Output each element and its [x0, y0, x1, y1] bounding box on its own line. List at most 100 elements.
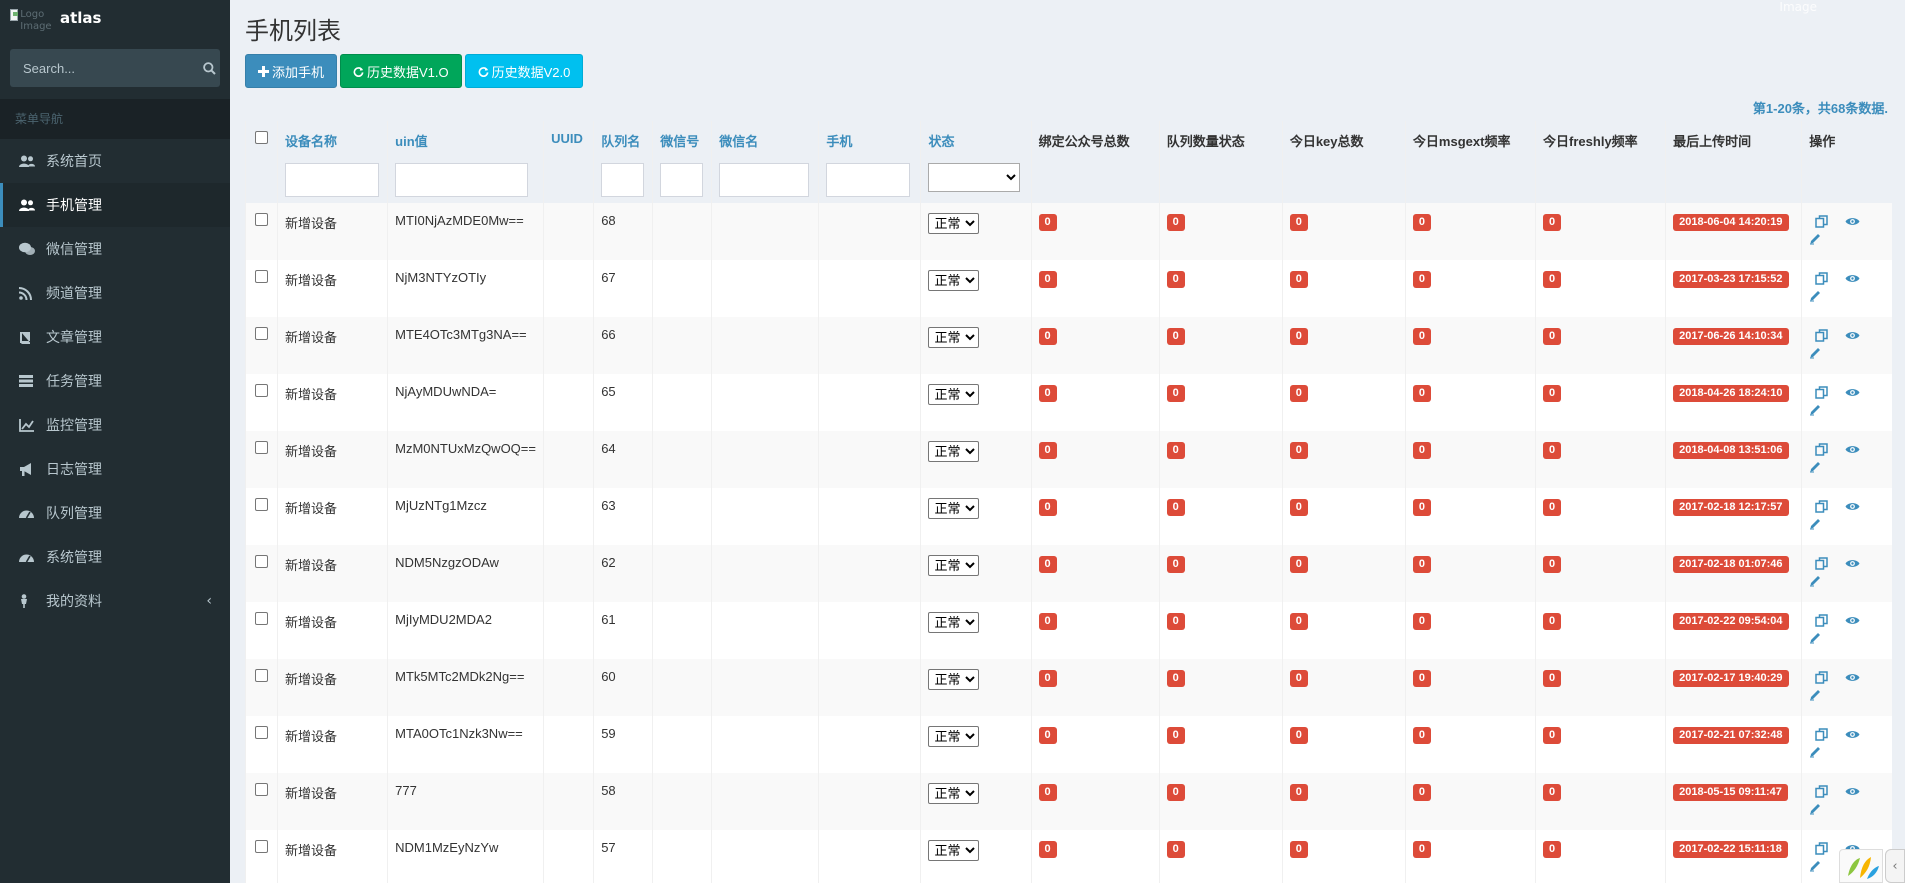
column-queue[interactable]: 队列名 — [593, 121, 653, 157]
view-icon[interactable] — [1845, 272, 1860, 287]
copy-icon[interactable] — [1815, 500, 1829, 516]
view-icon[interactable] — [1845, 614, 1860, 629]
sidebar-item-5[interactable]: 文章管理 — [0, 315, 230, 359]
device-name: 新增设备 — [285, 672, 338, 687]
view-icon[interactable] — [1845, 785, 1860, 800]
sidebar-item-6[interactable]: 任务管理 — [0, 359, 230, 403]
row-checkbox[interactable] — [255, 669, 268, 682]
edit-icon[interactable] — [1809, 802, 1822, 818]
copy-icon[interactable] — [1815, 215, 1829, 231]
status-select[interactable]: 正常 — [928, 384, 980, 405]
column-wechat-name[interactable]: 微信名 — [711, 121, 819, 157]
row-checkbox[interactable] — [255, 555, 268, 568]
collapse-tab[interactable]: ‹ — [1885, 849, 1905, 883]
row-checkbox[interactable] — [255, 441, 268, 454]
search-button[interactable] — [199, 49, 220, 87]
row-checkbox[interactable] — [255, 213, 268, 226]
row-checkbox[interactable] — [255, 783, 268, 796]
status-select[interactable]: 正常 — [928, 270, 980, 291]
edit-icon[interactable] — [1809, 745, 1822, 761]
edit-icon[interactable] — [1809, 403, 1822, 419]
copy-icon[interactable] — [1815, 842, 1829, 858]
copy-icon[interactable] — [1815, 443, 1829, 459]
table-row: 新增设备 MzM0NTUxMzQwOQ== 64 正常 0 0 0 0 0 2018-04-08 … — [244, 431, 1892, 488]
floating-widget[interactable] — [1839, 849, 1883, 883]
wechat-id-cell — [652, 773, 712, 830]
row-checkbox[interactable] — [255, 612, 268, 625]
copy-icon[interactable] — [1815, 671, 1829, 687]
status-select[interactable]: 正常 — [928, 840, 980, 861]
filter-phone[interactable] — [826, 163, 911, 197]
sidebar-item-10[interactable]: 系统管理 — [0, 535, 230, 579]
edit-icon[interactable] — [1809, 289, 1822, 305]
status-select[interactable]: 正常 — [928, 327, 980, 348]
view-icon[interactable] — [1845, 671, 1860, 686]
row-checkbox[interactable] — [255, 726, 268, 739]
view-icon[interactable] — [1845, 215, 1860, 230]
status-select[interactable]: 正常 — [928, 726, 980, 747]
sidebar-item-1[interactable]: 系统首页 — [0, 139, 230, 183]
view-icon[interactable] — [1845, 443, 1860, 458]
copy-icon[interactable] — [1815, 728, 1829, 744]
row-checkbox[interactable] — [255, 327, 268, 340]
column-status[interactable]: 状态 — [920, 121, 1032, 157]
copy-icon[interactable] — [1815, 386, 1829, 402]
brand[interactable]: Logo Image atlas — [0, 0, 230, 40]
filter-status-select[interactable] — [928, 163, 1021, 192]
view-icon[interactable] — [1845, 386, 1860, 401]
row-checkbox[interactable] — [255, 384, 268, 397]
filter-wechat-name[interactable] — [719, 163, 810, 197]
msgext-rate-cell: 0 — [1404, 260, 1536, 317]
view-icon[interactable] — [1845, 500, 1860, 515]
search-input[interactable] — [10, 60, 199, 76]
filter-queue[interactable] — [601, 163, 645, 197]
column-uuid[interactable]: UUID — [543, 121, 594, 157]
edit-icon[interactable] — [1809, 859, 1822, 875]
queue-cell: 60 — [593, 659, 653, 716]
column-device-name[interactable]: 设备名称 — [277, 121, 388, 157]
history-v2-button[interactable]: 历史数据V2.0 — [464, 54, 584, 88]
filter-device-name[interactable] — [285, 163, 380, 197]
edit-icon[interactable] — [1809, 574, 1822, 590]
status-select[interactable]: 正常 — [928, 669, 980, 690]
status-select[interactable]: 正常 — [928, 498, 980, 519]
bind-count-cell: 0 — [1030, 374, 1160, 431]
copy-icon[interactable] — [1815, 272, 1829, 288]
sidebar-item-3[interactable]: 微信管理 — [0, 227, 230, 271]
row-checkbox[interactable] — [255, 498, 268, 511]
status-select[interactable]: 正常 — [928, 612, 980, 633]
sidebar-item-8[interactable]: 日志管理 — [0, 447, 230, 491]
edit-icon[interactable] — [1809, 232, 1822, 248]
copy-icon[interactable] — [1815, 557, 1829, 573]
copy-icon[interactable] — [1815, 785, 1829, 801]
row-checkbox[interactable] — [255, 840, 268, 853]
status-select[interactable]: 正常 — [928, 213, 980, 234]
sidebar-item-4[interactable]: 频道管理 — [0, 271, 230, 315]
copy-icon[interactable] — [1815, 614, 1829, 630]
edit-icon[interactable] — [1809, 517, 1822, 533]
sidebar-item-7[interactable]: 监控管理 — [0, 403, 230, 447]
edit-icon[interactable] — [1809, 688, 1822, 704]
status-select[interactable]: 正常 — [928, 783, 980, 804]
status-select[interactable]: 正常 — [928, 441, 980, 462]
sidebar-item-2[interactable]: 手机管理 — [0, 183, 230, 227]
edit-icon[interactable] — [1809, 631, 1822, 647]
column-phone[interactable]: 手机 — [818, 121, 921, 157]
view-icon[interactable] — [1845, 329, 1860, 344]
edit-icon[interactable] — [1809, 346, 1822, 362]
edit-icon[interactable] — [1809, 460, 1822, 476]
column-wechat-id[interactable]: 微信号 — [652, 121, 712, 157]
status-select[interactable]: 正常 — [928, 555, 980, 576]
select-all-checkbox[interactable] — [255, 131, 268, 144]
filter-uin[interactable] — [395, 163, 529, 197]
column-uin[interactable]: uin值 — [387, 121, 544, 157]
row-checkbox[interactable] — [255, 270, 268, 283]
add-phone-button[interactable]: 添加手机 — [245, 54, 338, 88]
view-icon[interactable] — [1845, 557, 1860, 572]
copy-icon[interactable] — [1815, 329, 1829, 345]
filter-wechat-id[interactable] — [660, 163, 704, 197]
history-v1-button[interactable]: 历史数据V1.O — [340, 54, 462, 88]
sidebar-item-9[interactable]: 队列管理 — [0, 491, 230, 535]
sidebar-item-11[interactable]: 我的资料 ‹ — [0, 579, 230, 623]
view-icon[interactable] — [1845, 728, 1860, 743]
